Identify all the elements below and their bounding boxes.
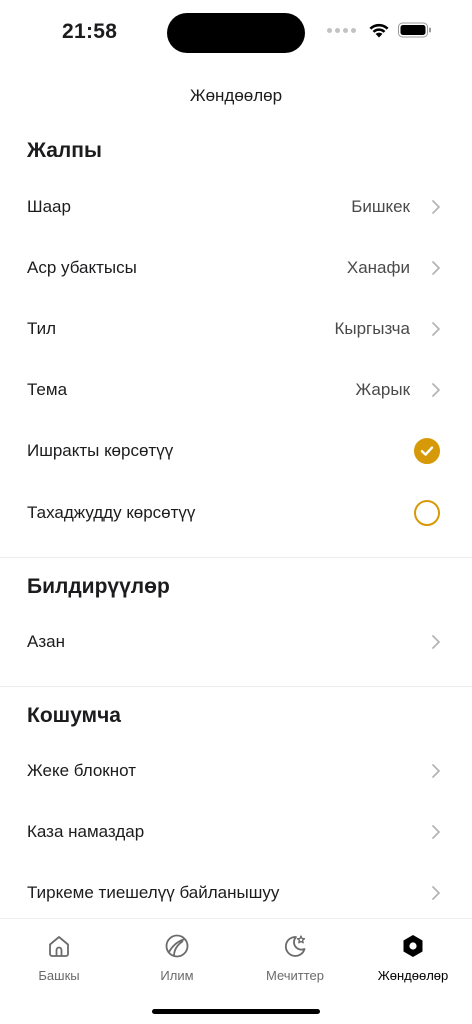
checkmark-icon: [420, 446, 434, 456]
setting-row-qada-prayers[interactable]: Каза намаздар: [0, 810, 472, 854]
globe-icon: [162, 931, 192, 961]
chevron-right-icon: [432, 764, 440, 778]
setting-label: Каза намаздар: [27, 822, 145, 841]
setting-label: Тахаджудду көрсөтүү: [27, 503, 196, 522]
section-title-notifications: Билдирүүлөр: [27, 575, 170, 598]
section-divider: [0, 686, 472, 687]
setting-label: Тиркеме тиешелүү байланышуу: [27, 883, 280, 902]
setting-row-azan[interactable]: Азан: [0, 620, 472, 664]
house-icon: [44, 931, 74, 961]
battery-icon: [398, 22, 431, 38]
setting-value: Ханафи: [346, 258, 410, 277]
page-title: Жөндөөлөр: [189, 86, 283, 105]
setting-value: Бишкек: [351, 197, 410, 216]
tab-home[interactable]: Башкы: [0, 931, 118, 983]
setting-row-language[interactable]: Тил Кыргызча: [0, 307, 472, 351]
chevron-right-icon: [432, 635, 440, 649]
setting-row-theme[interactable]: Тема Жарык: [0, 368, 472, 412]
setting-row-notebook[interactable]: Жеке блокнот: [0, 749, 472, 793]
status-icons: [327, 22, 432, 38]
cellular-signal-icon: [327, 27, 356, 33]
wifi-icon: [369, 23, 389, 38]
chevron-right-icon: [432, 322, 440, 336]
moon-star-icon: [280, 931, 310, 961]
chevron-right-icon: [432, 825, 440, 839]
section-divider: [0, 557, 472, 558]
setting-value: Кыргызча: [334, 319, 410, 338]
dynamic-island: [167, 13, 305, 53]
section-title-general: Жалпы: [27, 139, 102, 162]
chevron-right-icon: [432, 261, 440, 275]
setting-row-contact[interactable]: Тиркеме тиешелүү байланышуу: [0, 871, 472, 915]
setting-value: Жарык: [355, 380, 410, 399]
setting-label: Аср убактысы: [27, 258, 137, 277]
chevron-right-icon: [432, 200, 440, 214]
status-bar: 21:58: [0, 0, 472, 62]
section-title-extra: Кошумча: [27, 704, 121, 727]
ishraq-checkbox[interactable]: [414, 438, 440, 464]
tab-label: Башкы: [38, 968, 80, 983]
tab-knowledge[interactable]: Илим: [118, 931, 236, 983]
tab-label: Жөндөөлөр: [377, 968, 449, 983]
tab-label: Илим: [160, 968, 194, 983]
setting-row-asr-time[interactable]: Аср убактысы Ханафи: [0, 246, 472, 290]
setting-row-city[interactable]: Шаар Бишкек: [0, 185, 472, 229]
tahajjud-checkbox[interactable]: [414, 500, 440, 526]
gear-icon: [398, 931, 428, 961]
setting-label: Шаар: [27, 197, 71, 216]
tab-mosques[interactable]: Мечиттер: [236, 931, 354, 983]
chevron-right-icon: [432, 383, 440, 397]
tab-label: Мечиттер: [265, 968, 325, 983]
chevron-right-icon: [432, 886, 440, 900]
setting-row-show-ishraq[interactable]: Ишракты көрсөтүү: [0, 429, 472, 473]
setting-label: Жеке блокнот: [27, 761, 136, 780]
setting-label: Тил: [27, 319, 57, 338]
setting-label: Тема: [27, 380, 68, 399]
home-indicator[interactable]: [152, 1009, 320, 1014]
tab-settings[interactable]: Жөндөөлөр: [354, 931, 472, 983]
setting-label: Азан: [27, 632, 65, 651]
setting-label: Ишракты көрсөтүү: [27, 441, 174, 460]
status-time: 21:58: [62, 20, 118, 43]
setting-row-show-tahajjud[interactable]: Тахаджудду көрсөтүү: [0, 491, 472, 535]
